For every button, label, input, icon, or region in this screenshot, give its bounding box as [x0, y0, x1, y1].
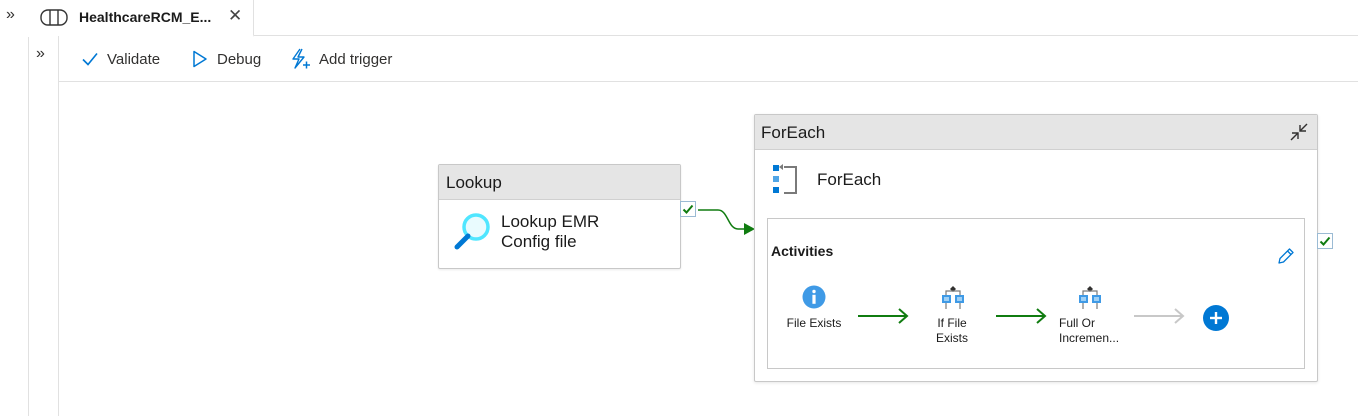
- foreach-icon: [773, 164, 797, 194]
- factory-resources-rail: »: [28, 36, 59, 416]
- info-icon: [802, 285, 826, 309]
- success-output-checkbox[interactable]: [1317, 233, 1333, 249]
- checkmark-icon: [1319, 236, 1331, 246]
- activity-name: ForEach: [817, 170, 882, 189]
- activity-label-line1: File Exists: [786, 316, 842, 330]
- activity-header: ForEach: [755, 115, 1317, 150]
- success-output-checkbox[interactable]: [680, 201, 696, 217]
- play-icon: [193, 50, 207, 68]
- checkmark-icon: [682, 204, 694, 214]
- expand-chevron-icon[interactable]: »: [36, 45, 45, 63]
- validate-button[interactable]: Validate: [81, 47, 160, 71]
- activity-name-line2: Config file: [501, 232, 577, 251]
- tab-pipeline[interactable]: HealthcareRCM_E... ✕: [28, 0, 254, 37]
- pipeline-icon: [40, 9, 68, 26]
- add-trigger-button[interactable]: Add trigger: [289, 47, 392, 71]
- inner-activity-if-file-exists[interactable]: If File Exists: [907, 316, 997, 346]
- activity-type-label: ForEach: [761, 123, 826, 142]
- activities-label: Activities: [771, 243, 834, 259]
- inner-activity-full-or-incremental[interactable]: Full Or Incremen...: [1045, 316, 1139, 346]
- success-arrow[interactable]: [994, 307, 1050, 325]
- activity-name: Lookup EMR Config file: [501, 212, 671, 252]
- if-condition-icon: [942, 286, 964, 309]
- debug-button[interactable]: Debug: [191, 47, 261, 71]
- expand-chevron-icon[interactable]: »: [6, 6, 15, 24]
- lookup-activity[interactable]: Lookup Lookup EMR Config file: [438, 164, 681, 269]
- tab-label: HealthcareRCM_E...: [79, 9, 212, 25]
- lightning-plus-icon: [292, 48, 310, 69]
- activity-header: Lookup: [439, 165, 680, 200]
- foreach-activity[interactable]: ForEach ForEach Activities File Exists I…: [754, 114, 1318, 382]
- checkmark-icon: [82, 52, 98, 66]
- activity-label-line2: Exists: [935, 331, 968, 345]
- activity-name-line1: Lookup EMR: [501, 212, 600, 231]
- activity-type-label: Lookup: [446, 173, 502, 192]
- validate-label: Validate: [107, 50, 161, 68]
- inner-activity-file-exists[interactable]: File Exists: [769, 316, 859, 331]
- if-condition-icon: [1079, 286, 1101, 309]
- add-activity-button[interactable]: [1202, 304, 1230, 332]
- activity-label-line2: Incremen...: [1059, 331, 1120, 345]
- pipeline-toolbar: Validate Debug Add trigger: [59, 36, 1358, 82]
- collapse-icon[interactable]: [1288, 121, 1310, 143]
- tab-bar: HealthcareRCM_E... ✕: [28, 0, 1358, 37]
- left-rail: »: [0, 0, 29, 416]
- activity-label-line1: Full Or: [1059, 316, 1095, 330]
- activity-label-line1: If File: [937, 316, 967, 330]
- debug-label: Debug: [217, 50, 262, 68]
- add-trigger-label: Add trigger: [319, 50, 393, 68]
- edit-pencil-icon[interactable]: [1276, 246, 1296, 266]
- add-connection-arrow[interactable]: [1132, 307, 1188, 325]
- activities-panel: Activities File Exists If File Exists Fu…: [767, 218, 1305, 369]
- magnifier-icon: [454, 213, 490, 250]
- close-icon[interactable]: ✕: [228, 6, 242, 26]
- success-arrow[interactable]: [856, 307, 912, 325]
